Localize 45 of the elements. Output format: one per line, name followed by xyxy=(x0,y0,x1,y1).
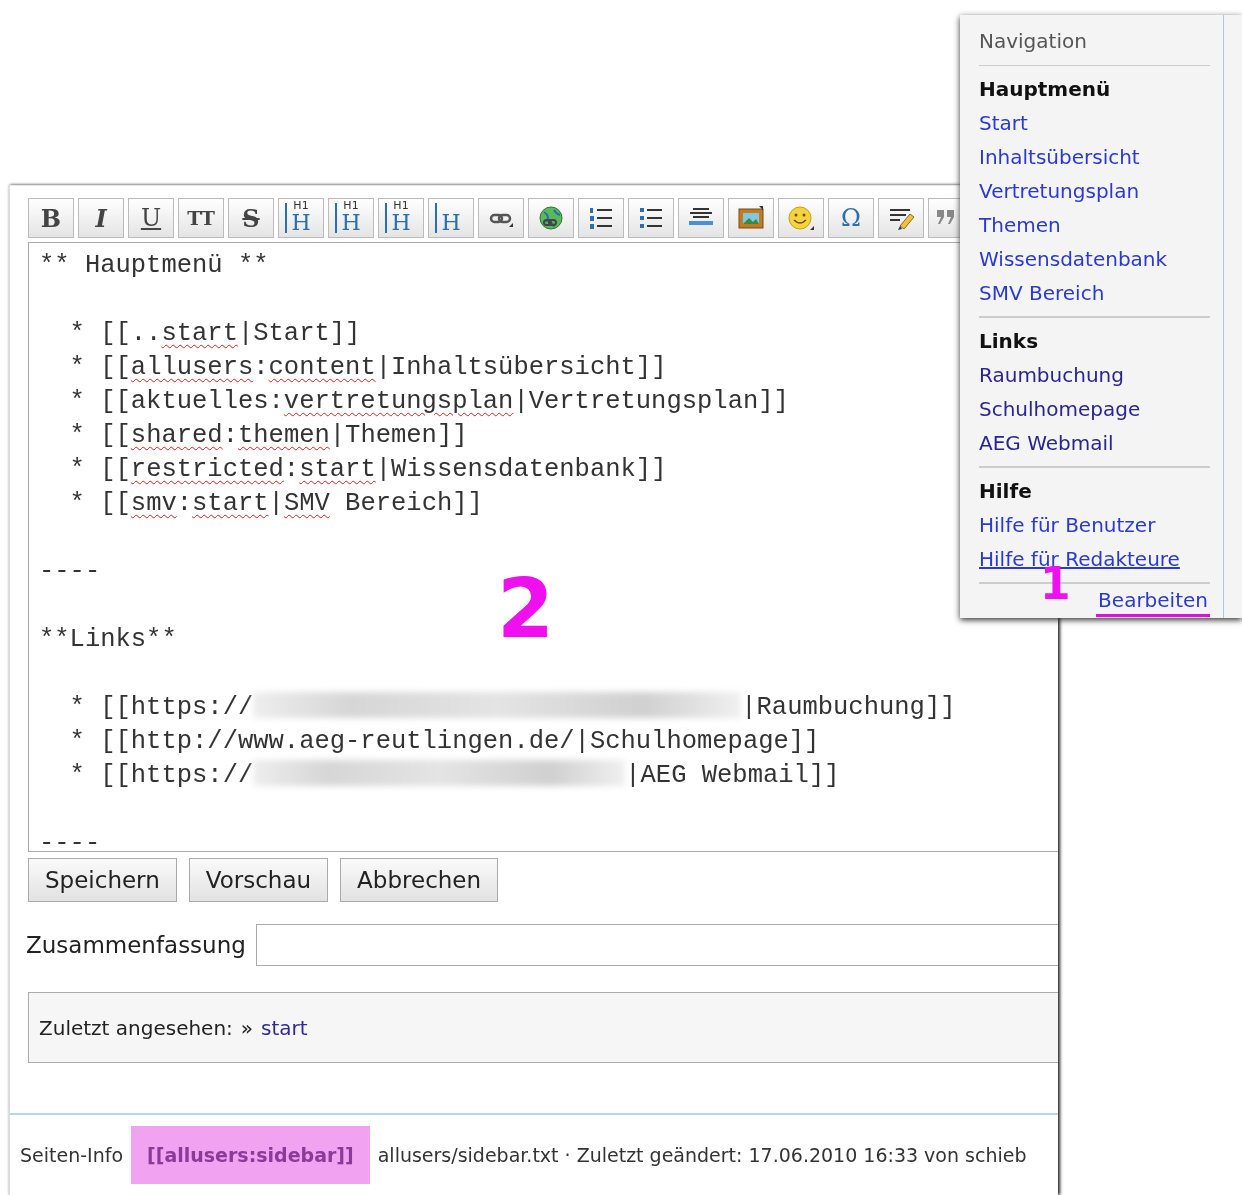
breadcrumb-separator: » xyxy=(240,1015,254,1040)
bullet-list-icon xyxy=(638,206,664,230)
pen-button[interactable] xyxy=(878,198,924,238)
numbered-list-icon xyxy=(588,206,614,230)
pen-icon xyxy=(888,206,914,230)
form-button[interactable]: Speichern xyxy=(28,858,177,903)
page-id: [[allusers:sidebar]] xyxy=(131,1126,370,1185)
breadcrumb-label: Zuletzt angesehen: xyxy=(39,1015,233,1040)
underline-button[interactable]: U xyxy=(128,198,174,238)
globe-link-icon xyxy=(538,206,564,230)
summary-label: Zusammenfassung xyxy=(26,932,246,959)
sidebar-title: Navigation xyxy=(979,27,1210,66)
lower-heading-button[interactable]: H H1 xyxy=(328,198,374,238)
chain-link-button[interactable] xyxy=(478,198,524,238)
section-heading: Hilfe xyxy=(979,478,1033,505)
page-details: allusers/sidebar.txt · Zuletzt geändert: 17.06.2010 16:33 von schieb xyxy=(377,1144,1027,1167)
sidebar-link[interactable]: Start xyxy=(979,106,1028,140)
monospace-button[interactable]: TT xyxy=(178,198,224,238)
sidebar-link[interactable]: Inhaltsübersicht xyxy=(979,140,1140,174)
annotation-number: 2 xyxy=(497,576,555,642)
smiley-button[interactable] xyxy=(778,198,824,238)
heading-menu-button[interactable]: H xyxy=(428,198,474,238)
section-heading: Hauptmenü xyxy=(979,76,1112,103)
smiley-icon xyxy=(788,206,814,230)
edit-link[interactable]: Bearbeiten xyxy=(1096,586,1210,617)
strikethrough-button[interactable]: S xyxy=(228,198,274,238)
section-heading: Links xyxy=(979,328,1040,355)
sidebar-link[interactable]: Themen xyxy=(979,208,1061,242)
framed-picture-icon xyxy=(737,206,765,230)
summary-field[interactable] xyxy=(255,924,1058,967)
form-button[interactable]: Abbrechen xyxy=(340,858,499,903)
horizontal-rule-button[interactable] xyxy=(678,198,724,238)
framed-picture-button[interactable] xyxy=(728,198,774,238)
bullet-list-button[interactable] xyxy=(628,198,674,238)
form-button[interactable]: Vorschau xyxy=(188,858,329,903)
globe-link-button[interactable] xyxy=(528,198,574,238)
heading-button[interactable]: H H1 xyxy=(278,198,324,238)
italic-button[interactable]: I xyxy=(78,198,124,238)
higher-heading-button[interactable]: H H1 xyxy=(378,198,424,238)
special-characters-button[interactable]: Ω xyxy=(828,198,874,238)
bold-button[interactable]: B xyxy=(28,198,74,238)
sidebar-link[interactable]: Vertretungsplan xyxy=(979,174,1140,208)
page-info-label: Seiten-Info xyxy=(20,1144,124,1167)
numbered-list-button[interactable] xyxy=(578,198,624,238)
breadcrumb-link[interactable]: start xyxy=(261,1015,308,1040)
